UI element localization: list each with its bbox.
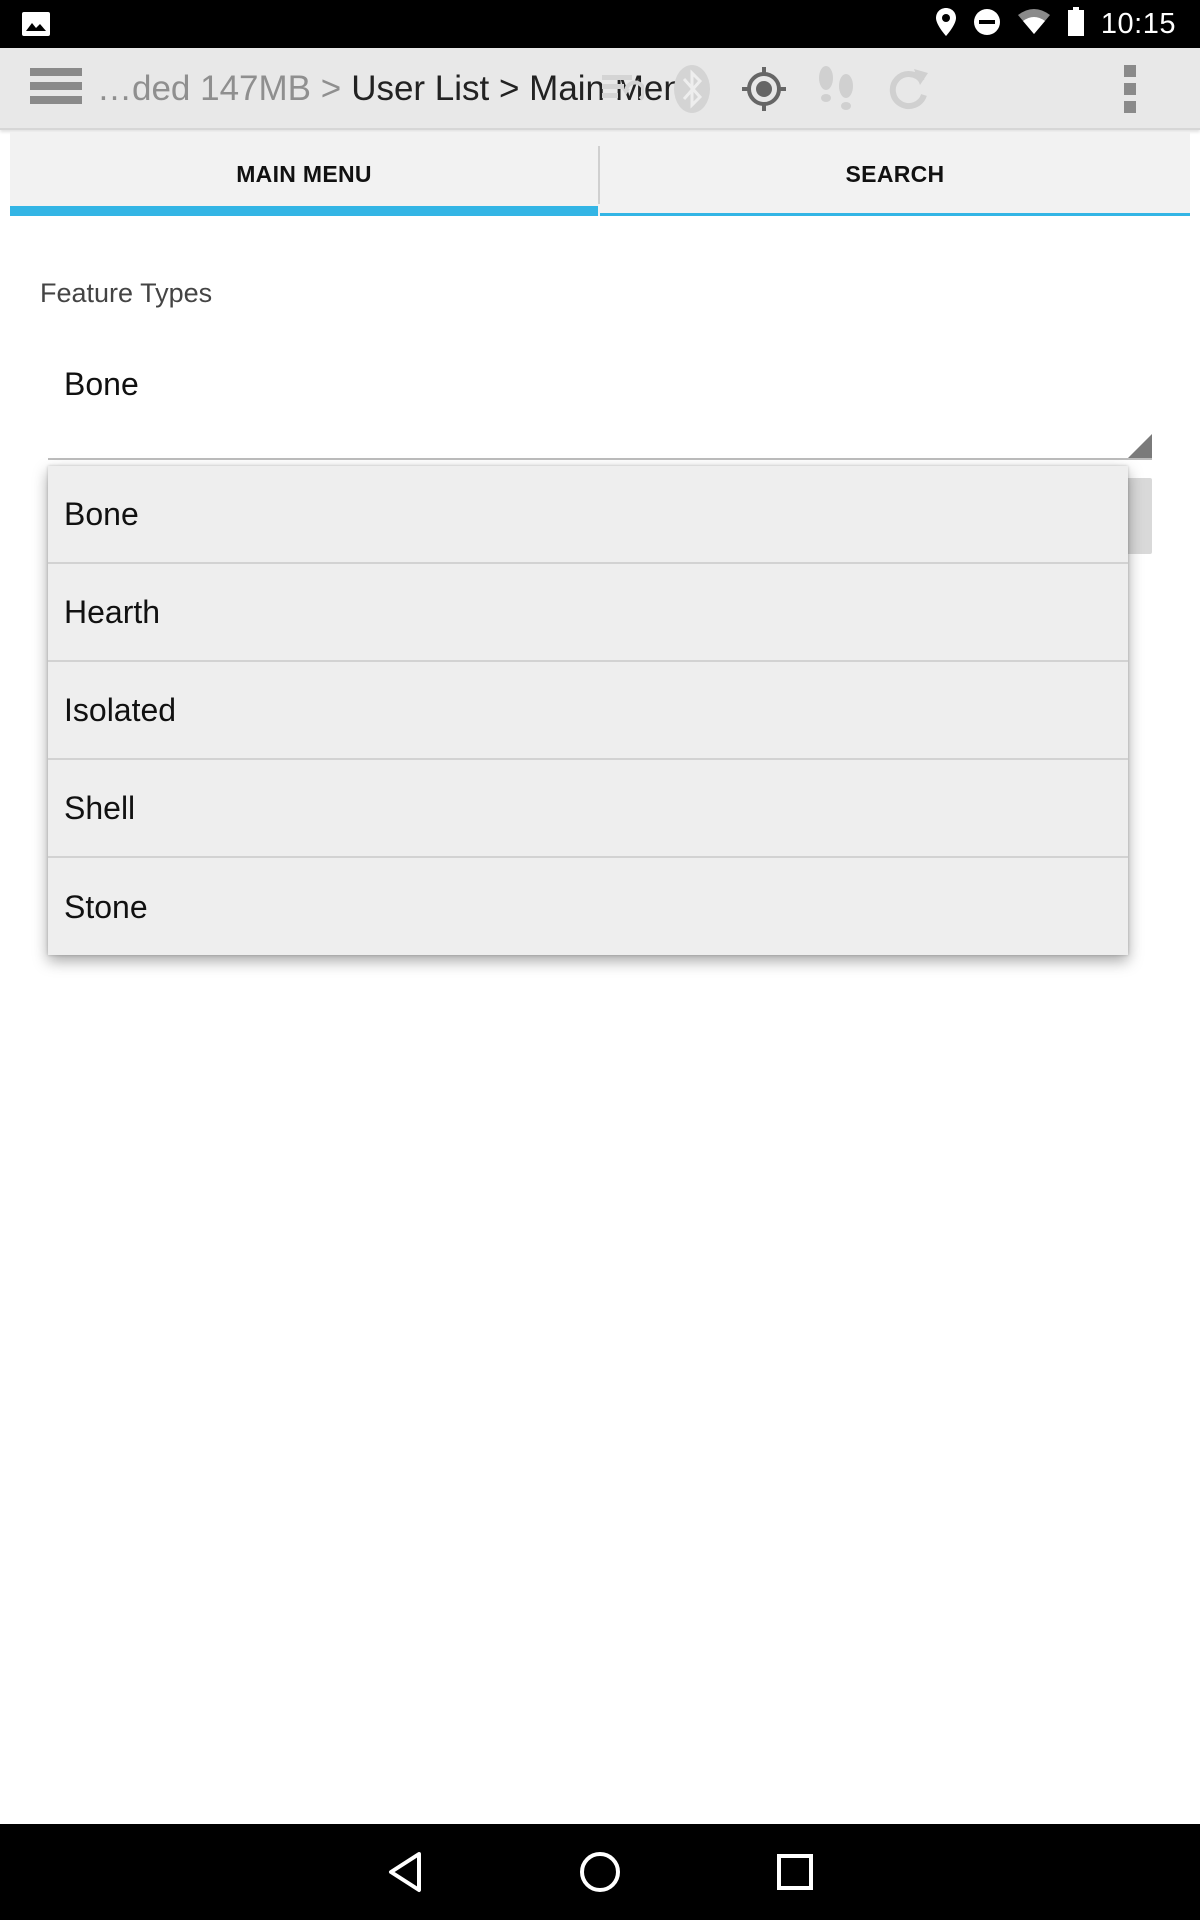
navigation-bar — [0, 1824, 1200, 1920]
main-content: Feature Types Bone — [10, 216, 1190, 1824]
gps-icon[interactable] — [736, 61, 792, 117]
dropdown-option-hearth[interactable]: Hearth — [48, 564, 1128, 662]
tab-bar: MAIN MENU SEARCH — [10, 132, 1190, 216]
dropdown-option-bone[interactable]: Bone — [48, 466, 1128, 564]
feature-types-dropdown: Bone Hearth Isolated Shell Stone — [48, 466, 1128, 955]
recents-icon[interactable] — [765, 1842, 825, 1902]
refresh-icon[interactable] — [880, 61, 936, 117]
spinner-selected-value: Bone — [64, 366, 139, 402]
bluetooth-icon[interactable] — [664, 61, 720, 117]
overflow-icon[interactable] — [1102, 61, 1158, 117]
feature-types-label: Feature Types — [40, 278, 213, 308]
breadcrumb-path[interactable]: …ded 147MB > — [97, 69, 341, 109]
active-tab-indicator — [10, 206, 598, 216]
location-icon — [935, 7, 957, 42]
spinner-underline — [48, 458, 1152, 460]
dropdown-option-isolated[interactable]: Isolated — [48, 662, 1128, 760]
tab-main-menu[interactable]: MAIN MENU — [10, 132, 598, 216]
feature-types-spinner[interactable]: Bone — [48, 346, 1152, 460]
back-icon[interactable] — [375, 1842, 435, 1902]
footsteps-icon[interactable] — [808, 61, 864, 117]
wifi-icon — [1017, 8, 1051, 40]
image-icon — [22, 12, 50, 41]
home-icon[interactable] — [570, 1842, 630, 1902]
action-bar: …ded 147MB > User List > Main Menu — [0, 48, 1200, 130]
status-bar: 10:15 — [0, 0, 1200, 48]
menu-icon[interactable] — [30, 68, 82, 112]
dropdown-option-stone[interactable]: Stone — [48, 858, 1128, 956]
dropdown-option-shell[interactable]: Shell — [48, 760, 1128, 858]
do-not-disturb-icon — [973, 8, 1001, 41]
sync-data-icon[interactable] — [594, 61, 650, 117]
tab-search[interactable]: SEARCH — [600, 132, 1190, 216]
status-time: 10:15 — [1100, 7, 1176, 40]
battery-icon — [1067, 6, 1085, 42]
dropdown-triangle-icon — [1128, 434, 1152, 458]
